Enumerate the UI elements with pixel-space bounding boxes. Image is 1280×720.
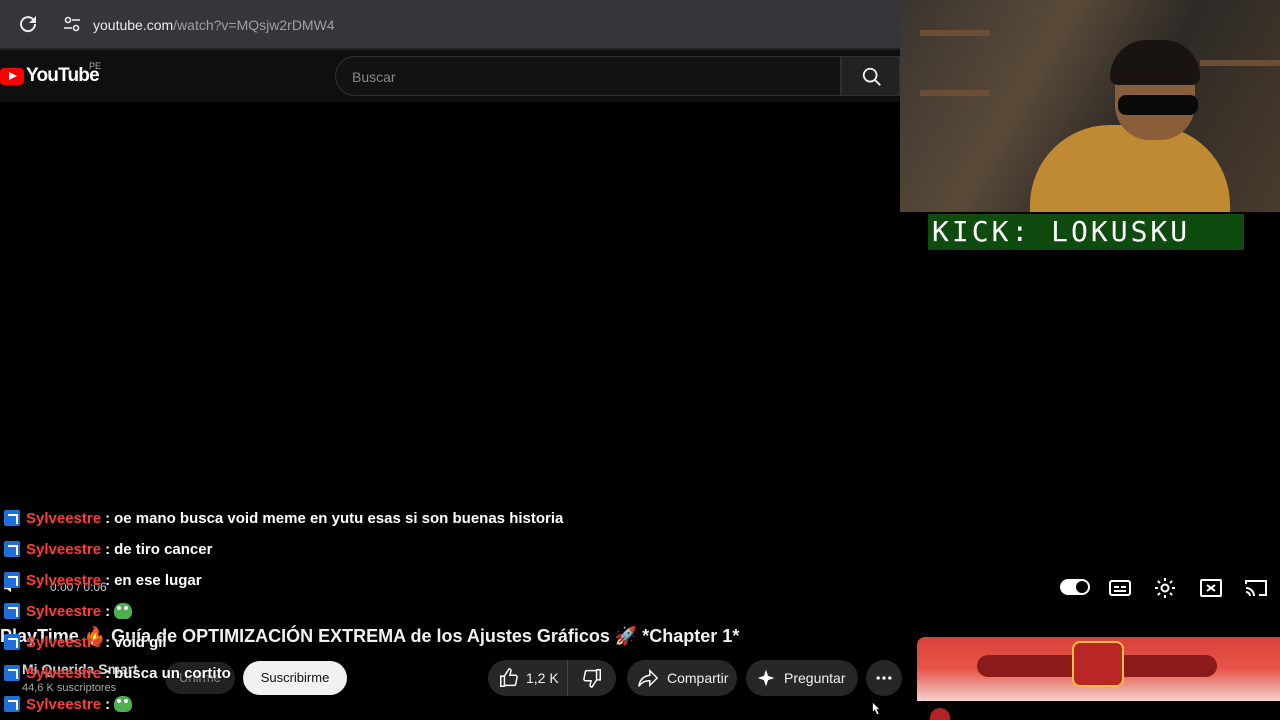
chat-username: Sylveestre <box>26 602 102 620</box>
chat-separator: : <box>105 509 111 527</box>
reload-icon[interactable] <box>16 12 40 36</box>
more-actions-button[interactable] <box>866 660 902 696</box>
youtube-play-icon <box>0 67 24 85</box>
chat-text: void gil <box>114 633 167 651</box>
autoplay-toggle[interactable] <box>1060 579 1090 595</box>
chat-username: Sylveestre <box>26 509 102 527</box>
chat-separator: : <box>105 633 111 651</box>
search-button[interactable] <box>841 56 900 96</box>
webcam-overlay <box>900 0 1280 212</box>
frog-emote-icon <box>114 696 133 712</box>
chat-message: Sylveestre: void gil <box>4 631 167 653</box>
chat-message: Sylveestre: en ese lugar <box>4 569 202 591</box>
settings-gear-icon[interactable] <box>1153 576 1177 600</box>
chat-separator: : <box>105 540 111 558</box>
browser-toolbar: youtube.com/watch?v=MQsjw2rDMW4 <box>0 0 900 50</box>
url-host: youtube.com <box>93 17 174 33</box>
youtube-header: YouTube PE Buscar <box>0 50 900 102</box>
like-button[interactable]: 1,2 K <box>488 660 568 696</box>
share-icon <box>638 668 659 688</box>
chat-message: Sylveestre: busca un cortito <box>4 662 231 684</box>
chat-badge-icon <box>4 665 20 681</box>
background-shelf <box>920 90 990 96</box>
subtitles-icon[interactable] <box>1108 576 1132 600</box>
more-dots-icon <box>876 676 892 680</box>
chat-text: de tiro cancer <box>114 540 213 558</box>
ask-button[interactable]: Preguntar <box>746 660 858 696</box>
sparkle-icon <box>757 669 775 687</box>
share-button[interactable]: Compartir <box>627 660 737 696</box>
search-icon <box>862 67 881 86</box>
chat-badge-icon <box>4 634 20 650</box>
chat-badge-icon <box>4 510 20 526</box>
related-channel-avatar[interactable] <box>930 708 950 720</box>
chat-username: Sylveestre <box>26 695 102 713</box>
chat-badge-icon <box>4 603 20 619</box>
kick-channel-label: KICK: LOKUSKU <box>928 214 1244 250</box>
streamer-hair <box>1110 40 1200 85</box>
chat-badge-icon <box>4 696 20 712</box>
streamer-sunglasses <box>1118 95 1198 115</box>
chat-badge-icon <box>4 541 20 557</box>
site-info-icon[interactable] <box>60 12 84 36</box>
search-input[interactable]: Buscar <box>335 56 841 96</box>
frog-emote-icon <box>114 603 133 619</box>
chat-text: en ese lugar <box>114 571 202 589</box>
thumbnail-game-badge <box>1072 641 1124 687</box>
search-placeholder: Buscar <box>352 69 396 85</box>
chat-message: Sylveestre: de tiro cancer <box>4 538 212 560</box>
url-path: /watch?v=MQsjw2rDMW4 <box>173 17 335 33</box>
cast-icon[interactable] <box>1244 576 1268 600</box>
chat-separator: : <box>105 571 111 589</box>
chat-message: Sylveestre: oe mano busca void meme en yu… <box>4 507 563 529</box>
dislike-button[interactable] <box>568 667 616 689</box>
chat-separator: : <box>105 602 111 620</box>
related-video-thumbnail[interactable] <box>917 637 1280 701</box>
ask-label: Preguntar <box>784 670 846 686</box>
background-shelf <box>920 30 990 36</box>
miniplayer-icon[interactable] <box>1199 576 1223 600</box>
dislike-icon <box>583 669 601 688</box>
background-shelf <box>1200 60 1280 66</box>
chat-username: Sylveestre <box>26 664 102 682</box>
streamer-shirt <box>1030 125 1230 212</box>
address-bar-url[interactable]: youtube.com/watch?v=MQsjw2rDMW4 <box>93 17 335 33</box>
chat-text: busca un cortito <box>114 664 231 682</box>
chat-text: oe mano busca void meme en yutu esas si … <box>114 509 564 527</box>
chat-message: Sylveestre: <box>4 600 133 622</box>
logo-wordmark: YouTube <box>26 65 100 86</box>
chat-username: Sylveestre <box>26 540 102 558</box>
country-code: PE <box>89 61 102 71</box>
like-dislike-group: 1,2 K <box>488 660 616 696</box>
youtube-logo[interactable]: YouTube PE <box>0 61 101 87</box>
chat-badge-icon <box>4 572 20 588</box>
chat-username: Sylveestre <box>26 571 102 589</box>
chat-message: Sylveestre: <box>4 693 133 715</box>
chat-separator: : <box>105 664 111 682</box>
chat-separator: : <box>105 695 111 713</box>
like-count: 1,2 K <box>526 670 559 686</box>
like-icon <box>500 668 518 687</box>
chat-username: Sylveestre <box>26 633 102 651</box>
share-label: Compartir <box>667 670 729 686</box>
mouse-cursor-icon <box>872 701 881 716</box>
subscribe-button[interactable]: Suscribirme <box>243 661 347 695</box>
